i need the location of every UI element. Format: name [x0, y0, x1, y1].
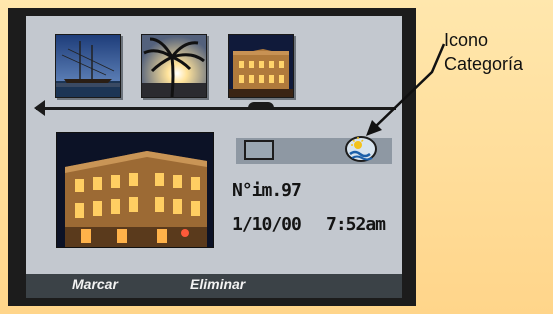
callout-pointer-arrow [366, 43, 446, 136]
